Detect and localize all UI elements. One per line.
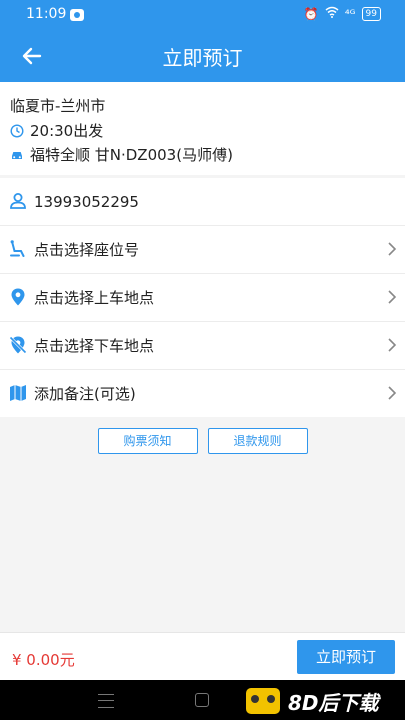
home-icon[interactable] — [195, 693, 209, 707]
menu-icon[interactable] — [98, 694, 114, 708]
location-off-icon — [9, 336, 27, 354]
departure-time: 20:30出发 — [30, 122, 104, 140]
select-pickup-row[interactable]: 点击选择上车地点 — [0, 274, 405, 322]
ticket-notice-button[interactable]: 购票须知 — [97, 428, 198, 454]
status-bar: 11:09 ⏰ ⁴ᴳ 99 — [0, 0, 405, 30]
select-dropoff-label: 点击选择下车地点 — [34, 337, 155, 355]
wifi-icon — [325, 6, 339, 21]
page-title: 立即预订 — [162, 46, 243, 70]
location-pin-icon — [11, 288, 25, 306]
person-icon — [10, 193, 26, 209]
map-icon — [10, 385, 26, 401]
refund-rules-button[interactable]: 退款规则 — [207, 428, 308, 454]
departure-row: 20:30出发 — [10, 120, 103, 141]
passenger-phone: 13993052295 — [34, 192, 139, 211]
trip-route: 临夏市-兰州市 — [10, 97, 106, 115]
app-notification-icon — [70, 9, 84, 21]
vehicle-row: 福特全顺 甘N·DZ003(马师傅) — [10, 144, 233, 165]
status-time: 11:09 — [26, 6, 67, 22]
add-remark-row[interactable]: 添加备注(可选) — [0, 370, 405, 417]
book-now-button[interactable]: 立即预订 — [297, 640, 395, 674]
car-icon — [12, 151, 22, 159]
total-price: ¥ 0.00元 — [12, 651, 75, 669]
select-dropoff-row[interactable]: 点击选择下车地点 — [0, 322, 405, 370]
passenger-phone-row[interactable]: 13993052295 — [0, 178, 405, 226]
chevron-right-icon — [388, 386, 397, 400]
clock-icon — [10, 123, 24, 138]
select-seat-row[interactable]: 点击选择座位号 — [0, 226, 405, 274]
seat-icon — [10, 240, 25, 257]
watermark-text: 8D后下载 — [288, 690, 379, 715]
booking-options: 13993052295 点击选择座位号 点击选择上车地点 点击选择下车地点 添加… — [0, 178, 405, 417]
cell-signal-icon: ⁴ᴳ — [344, 6, 356, 21]
battery-icon: 99 — [361, 6, 381, 21]
info-buttons: 购票须知 退款规则 — [0, 428, 405, 454]
select-seat-label: 点击选择座位号 — [34, 241, 140, 259]
watermark: 8D后下载 — [246, 687, 401, 715]
vehicle-info: 福特全顺 甘N·DZ003(马师傅) — [30, 146, 233, 164]
watermark-logo-icon — [246, 688, 280, 714]
app-bar: 立即预订 — [0, 30, 405, 82]
select-pickup-label: 点击选择上车地点 — [34, 289, 155, 307]
chevron-right-icon — [388, 338, 397, 352]
trip-info: 临夏市-兰州市 20:30出发 福特全顺 甘N·DZ003(马师傅) — [0, 82, 405, 175]
add-remark-label: 添加备注(可选) — [34, 385, 136, 403]
bottom-bar: ¥ 0.00元 立即预订 — [0, 632, 405, 681]
alarm-icon: ⏰ — [303, 6, 319, 21]
status-icons: ⏰ ⁴ᴳ 99 — [304, 6, 381, 21]
chevron-right-icon — [388, 242, 397, 256]
chevron-right-icon — [388, 290, 397, 304]
